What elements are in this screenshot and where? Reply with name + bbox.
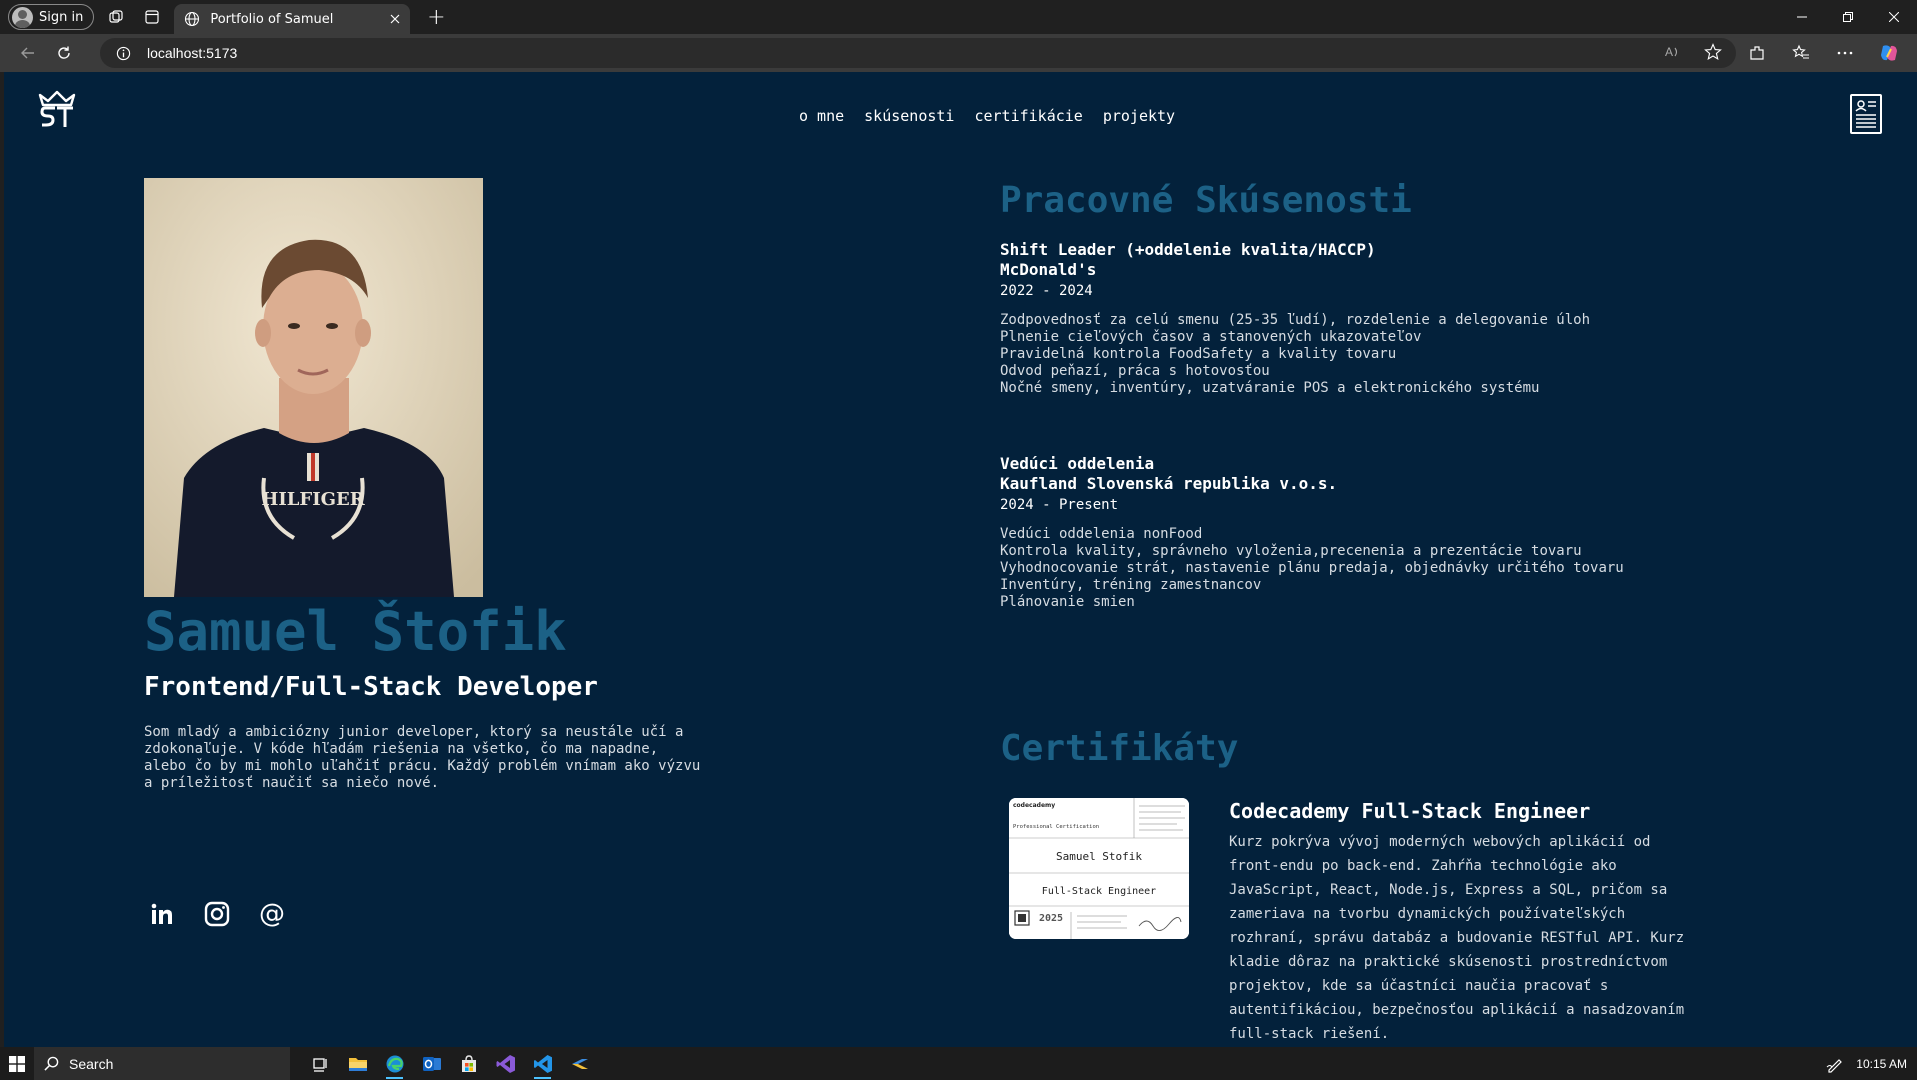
visual-studio-icon[interactable] <box>487 1047 524 1080</box>
system-tray: 10:15 AM <box>1826 1047 1907 1080</box>
job-duty: Vedúci oddelenia nonFood <box>1000 526 1203 542</box>
windows-taskbar: Search 10:15 AM <box>0 1047 1917 1080</box>
windows-start-icon[interactable] <box>0 1047 34 1080</box>
search-icon <box>44 1056 59 1071</box>
shirt-brand-text: HILFIGER <box>261 489 365 510</box>
resume-document-icon <box>1855 100 1876 128</box>
vscode-icon[interactable] <box>524 1047 561 1080</box>
resume-download-button[interactable] <box>1850 94 1882 134</box>
job-title: Vedúci oddelenia <box>1000 454 1155 473</box>
job-duties: Vedúci oddelenia nonFood Kontrola kvalit… <box>1000 526 1624 611</box>
site-info-icon[interactable] <box>116 46 131 61</box>
window-controls <box>1779 0 1917 34</box>
job-duties: Zodpovednosť za celú smenu (25-35 ľudí),… <box>1000 312 1590 397</box>
profile-photo: HILFIGER <box>144 178 483 597</box>
address-bar: localhost:5173 A <box>0 34 1917 72</box>
new-tab-button[interactable]: + <box>422 5 450 30</box>
tab-actions-icon[interactable] <box>138 3 166 31</box>
job-duty: Kontrola kvality, správneho vyloženia,pr… <box>1000 543 1582 559</box>
cert-holder: Samuel Stofik <box>1056 850 1142 863</box>
cert-program: Full-Stack Engineer <box>1042 886 1156 897</box>
hero-name: Samuel Štofik <box>144 600 567 663</box>
social-links: @ <box>148 900 286 928</box>
job-duty: Odvod peňazí, práca s hotovosťou <box>1000 363 1270 379</box>
task-view-icon[interactable] <box>302 1047 339 1080</box>
taskbar-search-box[interactable]: Search <box>34 1047 290 1080</box>
job-entry: Shift Leader (+oddelenie kvalita/HACCP) … <box>1000 240 1590 397</box>
st-monogram-logo-icon[interactable] <box>38 89 76 133</box>
cert-brand: codecademy <box>1013 802 1055 809</box>
refresh-icon[interactable] <box>46 37 82 69</box>
job-entry: Vedúci oddelenia Kaufland Slovenská repu… <box>1000 454 1624 611</box>
job-duty: Pravidelná kontrola FoodSafety a kvality… <box>1000 346 1397 362</box>
profile-avatar-icon <box>12 6 33 28</box>
certificate-thumbnail[interactable]: codecademy Professional Certification Sa… <box>1009 798 1189 939</box>
job-duty: Nočné smeny, inventúry, uzatváranie POS … <box>1000 380 1540 396</box>
nav-item-projects[interactable]: projekty <box>1103 107 1175 125</box>
nav-item-certifications[interactable]: certifikácie <box>974 107 1082 125</box>
file-explorer-icon[interactable] <box>339 1047 376 1080</box>
hero-bio: Som mladý a ambiciózny junior developer,… <box>144 724 701 791</box>
job-duty: Inventúry, tréning zamestnancov <box>1000 577 1262 593</box>
taskbar-search-label: Search <box>69 1055 114 1072</box>
job-company: Kaufland Slovenská republika v.o.s. <box>1000 474 1338 493</box>
copilot-icon[interactable] <box>1867 37 1911 69</box>
hero-role: Frontend/Full-Stack Developer <box>144 672 598 702</box>
svg-text:A: A <box>1665 45 1673 59</box>
url-field[interactable]: localhost:5173 A <box>100 38 1736 68</box>
microsoft-store-icon[interactable] <box>450 1047 487 1080</box>
sign-in-button[interactable]: Sign in <box>8 4 95 30</box>
pinned-app-icon[interactable] <box>561 1047 598 1080</box>
workspaces-icon[interactable] <box>102 3 130 31</box>
back-arrow-icon[interactable] <box>10 37 46 69</box>
taskbar-apps <box>302 1047 598 1080</box>
certificate-description: Kurz pokrýva vývoj moderných webových ap… <box>1229 834 1685 1042</box>
read-aloud-icon[interactable]: A <box>1664 43 1682 61</box>
url-text: localhost:5173 <box>147 45 238 61</box>
page-viewport: o mne skúsenosti certifikácie projekty H… <box>4 72 1917 1047</box>
job-duty: Plnenie cieľových časov a stanovených uk… <box>1000 329 1422 345</box>
instagram-icon[interactable] <box>203 900 231 928</box>
linkedin-icon[interactable] <box>148 900 176 928</box>
nav-item-experience[interactable]: skúsenosti <box>864 107 954 125</box>
favorite-star-icon[interactable] <box>1704 43 1722 61</box>
minimize-icon[interactable] <box>1779 0 1825 34</box>
svg-text:@: @ <box>259 901 285 927</box>
more-menu-icon[interactable] <box>1823 37 1867 69</box>
job-dates: 2022 - 2024 <box>1000 283 1093 299</box>
edge-browser-icon[interactable] <box>376 1047 413 1080</box>
sign-in-label: Sign in <box>39 9 84 25</box>
job-dates: 2024 - Present <box>1000 497 1119 513</box>
experience-heading: Pracovné Skúsenosti <box>1000 180 1412 221</box>
globe-icon <box>185 11 200 27</box>
job-duty: Vyhodnocovanie strát, nastavenie plánu p… <box>1000 560 1624 576</box>
tab-title: Portfolio of Samuel <box>210 11 334 27</box>
browser-tab-active[interactable]: Portfolio of Samuel <box>174 4 411 34</box>
main-navigation: o mne skúsenosti certifikácie projekty <box>799 107 1175 125</box>
cert-label: Professional Certification <box>1013 824 1099 830</box>
cert-year: 2025 <box>1039 913 1063 924</box>
job-duty: Zodpovednosť za celú smenu (25-35 ľudí),… <box>1000 312 1591 328</box>
close-window-icon[interactable] <box>1871 0 1917 34</box>
pen-tray-icon[interactable] <box>1826 1055 1844 1073</box>
browser-tab-bar: Sign in Portfolio of Samuel + <box>0 0 1917 34</box>
outlook-icon[interactable] <box>413 1047 450 1080</box>
extensions-icon[interactable] <box>1735 37 1779 69</box>
close-tab-icon[interactable] <box>390 14 400 24</box>
clock-time[interactable]: 10:15 AM <box>1856 1057 1907 1071</box>
at-email-icon[interactable]: @ <box>258 900 286 928</box>
certificates-heading: Certifikáty <box>1000 728 1239 769</box>
certificate-title: Codecademy Full-Stack Engineer <box>1229 799 1591 823</box>
job-company: McDonald's <box>1000 260 1097 279</box>
nav-item-about[interactable]: o mne <box>799 107 844 125</box>
restore-icon[interactable] <box>1825 0 1871 34</box>
job-title: Shift Leader (+oddelenie kvalita/HACCP) <box>1000 240 1376 259</box>
job-duty: Plánovanie smien <box>1000 594 1135 610</box>
favorites-icon[interactable] <box>1779 37 1823 69</box>
